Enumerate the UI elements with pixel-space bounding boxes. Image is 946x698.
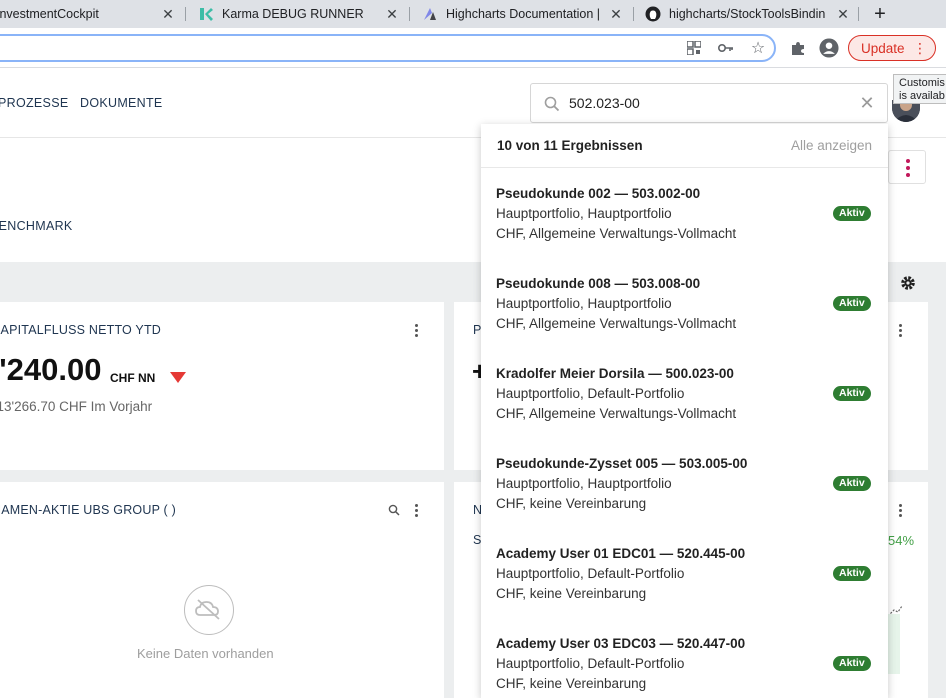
tab-github[interactable]: highcharts/StockToolsBindin ✕ (645, 0, 851, 28)
tooltip: Customis is availab (893, 74, 946, 104)
result-mandate: CHF, Allgemeine Verwaltungs-Vollmacht (496, 406, 737, 421)
search-result-item[interactable]: Academy User 03 EDC03 — 520.447-00 Haupt… (481, 636, 888, 698)
result-mandate: CHF, keine Vereinbarung (496, 586, 647, 601)
tab-title: highcharts/StockToolsBindin (669, 7, 826, 21)
tab-investmentcockpit[interactable]: InvestmentCockpit ✕ (0, 0, 176, 28)
result-title: Kradolfer Meier Dorsila — 500.023-00 (496, 366, 734, 381)
result-mandate: CHF, keine Vereinbarung (496, 496, 647, 511)
close-icon[interactable]: ✕ (835, 6, 851, 22)
tooltip-line: Customis (899, 77, 945, 89)
tooltip-line: is availab (899, 90, 945, 102)
status-badge: Aktiv (833, 386, 871, 401)
results-count: 10 von 11 Ergebnissen (497, 138, 643, 153)
card-title: KAPITALFLUSS NETTO YTD (0, 323, 162, 337)
tab-divider (409, 7, 410, 21)
browser-toolbar: ☆ Update ⋮ (0, 28, 946, 68)
highcharts-icon (422, 6, 438, 22)
tab-divider (633, 7, 634, 21)
kapitalfluss-unit: CHF NN (110, 371, 156, 385)
nav-item-dokumente[interactable]: DOKUMENTE (80, 96, 163, 110)
search-result-item[interactable]: Academy User 01 EDC01 — 520.445-00 Haupt… (481, 546, 888, 636)
tab-title: Highcharts Documentation | (446, 7, 601, 21)
new-tab-button[interactable]: + (868, 2, 892, 26)
status-badge: Aktiv (833, 476, 871, 491)
clear-icon[interactable]: ✕ (857, 93, 877, 113)
search-result-item[interactable]: Pseudokunde 008 — 503.008-00 Hauptportfo… (481, 276, 888, 366)
dropdown-header: 10 von 11 Ergebnissen Alle anzeigen (481, 124, 888, 168)
tab-title: InvestmentCockpit (0, 7, 99, 21)
card-kapitalfluss: KAPITALFLUSS NETTO YTD 4'240.00 CHF NN -… (0, 302, 444, 470)
result-portfolio: Hauptportfolio, Hauptportfolio (496, 296, 672, 311)
more-vertical-icon[interactable] (899, 324, 903, 339)
kapitalfluss-value: 4'240.00 (0, 352, 102, 387)
status-badge: Aktiv (833, 566, 871, 581)
result-portfolio: Hauptportfolio, Default-Portfolio (496, 656, 685, 671)
close-icon[interactable]: ✕ (160, 6, 176, 22)
result-portfolio: Hauptportfolio, Hauptportfolio (496, 206, 672, 221)
result-portfolio: Hauptportfolio, Default-Portfolio (496, 566, 685, 581)
tab-divider (858, 7, 859, 21)
search-box: ✕ (530, 83, 888, 123)
key-icon[interactable] (718, 40, 734, 56)
tab-divider (185, 7, 186, 21)
search-input[interactable] (569, 92, 849, 114)
search-results-dropdown: 10 von 11 Ergebnissen Alle anzeigen Pseu… (481, 124, 888, 698)
status-badge: Aktiv (833, 206, 871, 221)
result-mandate: CHF, keine Vereinbarung (496, 676, 647, 691)
result-portfolio: Hauptportfolio, Default-Portfolio (496, 386, 685, 401)
result-portfolio: Hauptportfolio, Hauptportfolio (496, 476, 672, 491)
update-label: Update (861, 40, 905, 56)
github-icon (645, 6, 661, 22)
karma-icon (198, 6, 214, 22)
gear-icon[interactable] (899, 274, 917, 292)
result-title: Pseudokunde-Zysset 005 — 503.005-00 (496, 456, 748, 471)
more-options-button[interactable] (888, 150, 926, 184)
show-all-link[interactable]: Alle anzeigen (791, 138, 872, 153)
star-icon[interactable]: ☆ (750, 40, 766, 57)
more-vertical-icon[interactable] (415, 324, 419, 339)
search-result-item[interactable]: Pseudokunde 002 — 503.002-00 Hauptportfo… (481, 186, 888, 276)
more-vertical-icon[interactable] (899, 504, 903, 519)
trend-down-icon (170, 372, 186, 383)
card-title: NAMEN-AKTIE UBS GROUP ( ) (0, 503, 176, 517)
extensions-icon[interactable] (788, 38, 808, 58)
qr-code-icon[interactable] (686, 40, 702, 56)
browser-tab-bar: InvestmentCockpit ✕ Karma DEBUG RUNNER ✕… (0, 0, 946, 28)
close-icon[interactable]: ✕ (384, 6, 400, 22)
previous-year-value: -13'266.70 CHF Im Vorjahr (0, 399, 153, 414)
status-badge: Aktiv (833, 296, 871, 311)
tab-title: Karma DEBUG RUNNER (222, 7, 364, 21)
search-result-item[interactable]: Kradolfer Meier Dorsila — 500.023-00 Hau… (481, 366, 888, 456)
search-icon[interactable] (388, 504, 400, 516)
search-result-item[interactable]: Pseudokunde-Zysset 005 — 503.005-00 Haup… (481, 456, 888, 546)
result-title: Academy User 01 EDC01 — 520.445-00 (496, 546, 746, 561)
more-vertical-icon (906, 159, 910, 180)
nav-item-prozesse[interactable]: PROZESSE (0, 96, 68, 110)
percent-value: 54% (888, 533, 915, 548)
profile-icon[interactable] (819, 38, 839, 58)
result-title: Academy User 03 EDC03 — 520.447-00 (496, 636, 746, 651)
more-vertical-icon[interactable] (415, 504, 419, 519)
result-title: Pseudokunde 008 — 503.008-00 (496, 276, 701, 291)
status-badge: Aktiv (833, 656, 871, 671)
tab-highcharts[interactable]: Highcharts Documentation | ✕ (422, 0, 624, 28)
search-icon (544, 96, 560, 112)
result-mandate: CHF, Allgemeine Verwaltungs-Vollmacht (496, 316, 737, 331)
result-mandate: CHF, Allgemeine Verwaltungs-Vollmacht (496, 226, 737, 241)
cloud-off-icon (184, 585, 234, 635)
address-bar[interactable] (0, 34, 776, 62)
empty-state-text: Keine Daten vorhanden (137, 646, 274, 661)
chart-fragment (887, 605, 903, 674)
update-button[interactable]: Update ⋮ (848, 35, 936, 61)
tab-benchmark[interactable]: BENCHMARK (0, 219, 73, 233)
tab-karma[interactable]: Karma DEBUG RUNNER ✕ (198, 0, 400, 28)
more-vertical-icon: ⋮ (913, 40, 927, 56)
result-title: Pseudokunde 002 — 503.002-00 (496, 186, 701, 201)
close-icon[interactable]: ✕ (608, 6, 624, 22)
